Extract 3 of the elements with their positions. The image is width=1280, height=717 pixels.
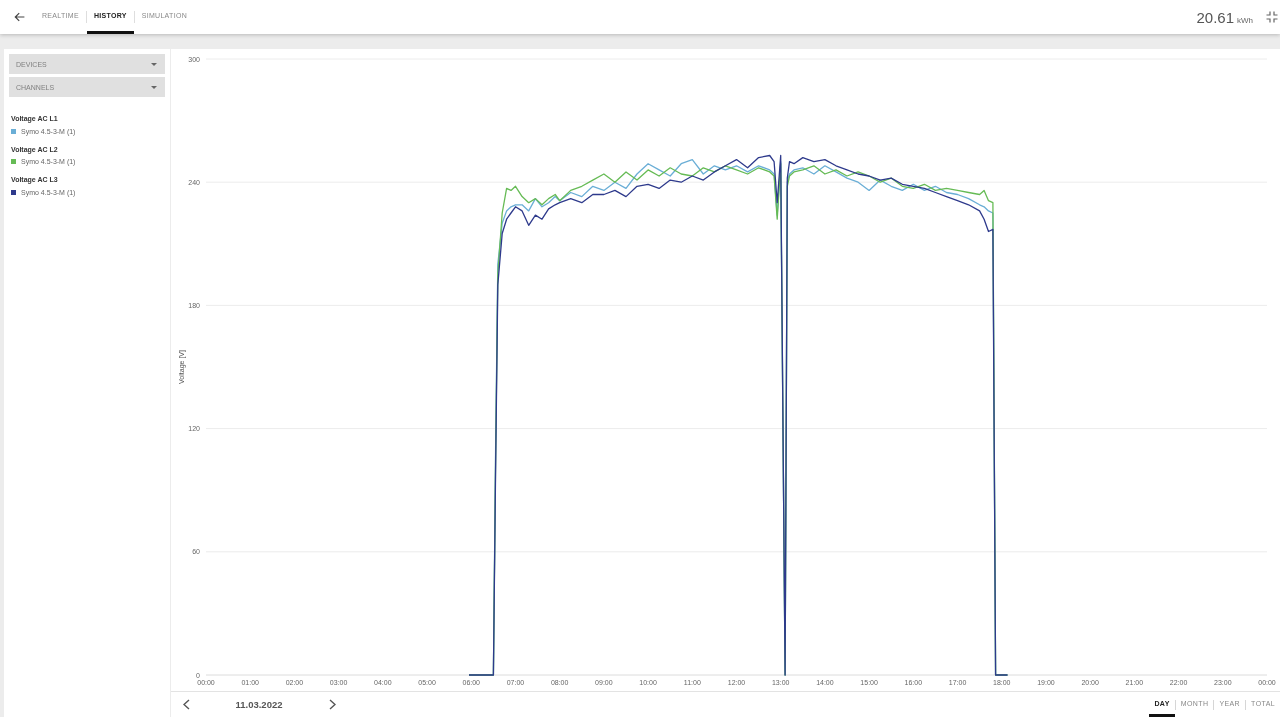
energy-value: 20.61: [1196, 8, 1234, 26]
energy-unit: kWh: [1237, 15, 1253, 25]
date-label: 11.03.2022: [234, 699, 284, 710]
